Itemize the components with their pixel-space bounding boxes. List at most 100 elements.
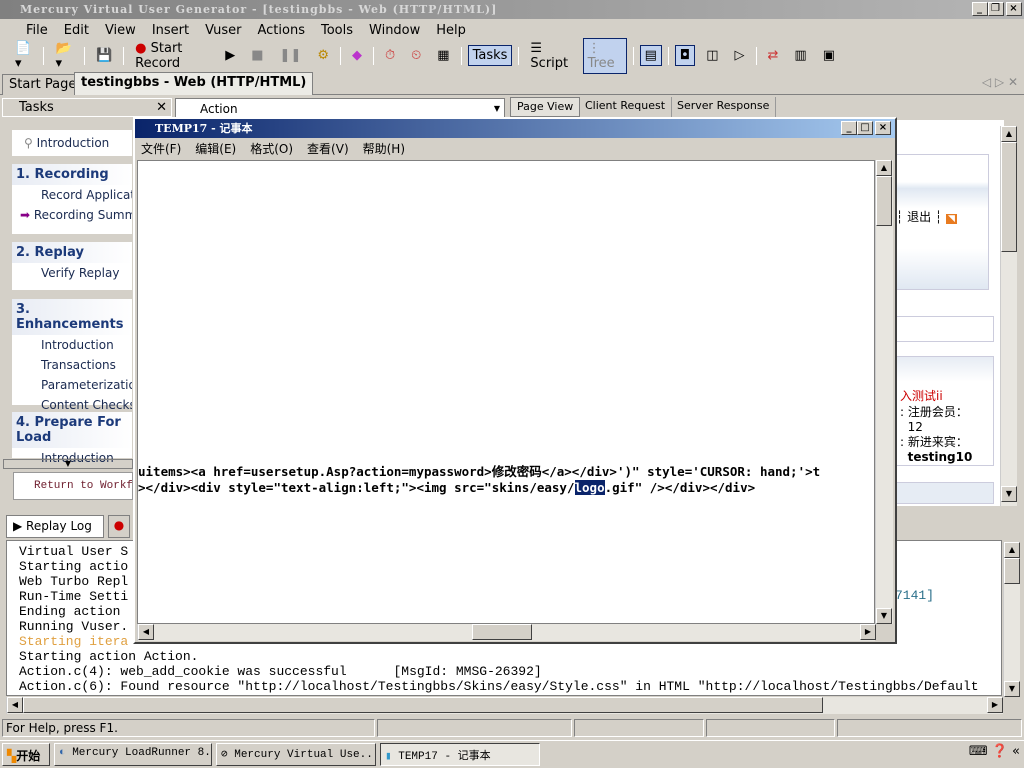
thumbnail-icon[interactable]: ▤ [639, 45, 662, 66]
taskbar-vugen[interactable]: ⊘ Mercury Virtual Use... [216, 743, 376, 766]
script-button[interactable]: ☰ Script [525, 38, 576, 74]
tab-start-page[interactable]: Start Page [2, 74, 84, 95]
menu-help[interactable]: Help [428, 20, 474, 41]
notepad-close[interactable]: × [875, 121, 891, 135]
task-introduction[interactable]: ⚲ Introduction [12, 130, 132, 153]
tab-testingbbs[interactable]: testingbbs - Web (HTTP/HTML) [74, 72, 314, 95]
tab-page-view[interactable]: Page View [510, 97, 581, 117]
task-parameterization[interactable]: Parameterization [12, 375, 132, 395]
taskbar: ▚开始 ◐ Mercury LoadRunner 8.1 ⊘ Mercury V… [0, 740, 1024, 768]
page-view-scrollbar[interactable]: ▲ ▼ [1000, 126, 1017, 506]
transaction-start-icon[interactable]: ⏱ [380, 45, 400, 66]
notepad-maximize[interactable]: □ [857, 121, 873, 135]
list-icon[interactable]: ▥ [789, 45, 811, 66]
taskbar-loadrunner[interactable]: ◐ Mercury LoadRunner 8.1 [54, 743, 212, 766]
np-menu-format[interactable]: 格式(O) [250, 140, 293, 156]
welcome-text: 入测试ii [900, 389, 943, 403]
action-select-value: Action [200, 102, 238, 116]
tab-replay-log[interactable]: ▶ Replay Log [6, 515, 104, 538]
task-recording-summary[interactable]: ➡ Recording Summary [12, 205, 132, 225]
tree-button[interactable]: ⋮ Tree [582, 37, 627, 74]
replay-view-icon[interactable]: ▷ [730, 45, 750, 66]
rss-icon[interactable]: ◥ [945, 214, 957, 224]
arrow-right-icon: ➡ [20, 208, 34, 222]
notepad-title: TEMP17 - 记事本 [155, 122, 253, 135]
np-menu-file[interactable]: 文件(F) [141, 140, 181, 156]
notepad-minimize[interactable]: _ [841, 121, 857, 135]
tasks-button[interactable]: Tasks [467, 45, 513, 66]
record-icon: ● [135, 40, 147, 56]
title-bar: Mercury Virtual User Generator - [testin… [0, 0, 1024, 19]
export-icon[interactable]: ▣ [818, 45, 840, 66]
status-help: For Help, press F1. [2, 719, 376, 737]
scroll-thumb[interactable] [1001, 142, 1017, 252]
compile-icon[interactable]: ◆ [347, 45, 367, 66]
notepad-vscrollbar[interactable]: ▲ ▼ [875, 160, 893, 624]
tab-client-request[interactable]: Client Request [579, 97, 673, 117]
return-to-workflow-button[interactable]: Return to Workflow [13, 472, 133, 500]
open-icon[interactable]: 📂▾ [50, 38, 77, 74]
document-tabs: Start Page testingbbs - Web (HTTP/HTML) … [0, 72, 1024, 95]
task-record-application[interactable]: Record Application [12, 185, 132, 205]
tasks-header: Tasks ✕ [2, 98, 172, 117]
task-group-enhancements: 3. Enhancements [12, 299, 132, 335]
taskbar-notepad[interactable]: ▮ TEMP17 - 记事本 [380, 743, 540, 766]
notepad-menu: 文件(F) 编辑(E) 格式(O) 查看(V) 帮助(H) [135, 138, 895, 158]
np-menu-edit[interactable]: 编辑(E) [195, 140, 236, 156]
tasks-title: Tasks [19, 100, 54, 115]
script-label: Script [530, 55, 569, 71]
scroll-down-icon[interactable]: ▼ [1001, 486, 1017, 502]
tab-nav-icons[interactable]: ◁ ▷ ✕ [982, 75, 1018, 89]
rendezvous-icon[interactable]: ▦ [432, 45, 454, 66]
scroll-up-icon[interactable]: ▲ [1001, 126, 1017, 142]
log-vscrollbar[interactable]: ▲ ▼ [1003, 542, 1020, 697]
restore-button[interactable]: ❐ [988, 2, 1004, 16]
text-line-1: uitems><a href=usersetup.Asp?action=mypa… [138, 464, 821, 479]
regenerate-icon[interactable]: ⇄ [763, 45, 784, 66]
windows-logo-icon: ▚ [7, 749, 17, 763]
menu-actions[interactable]: Actions [249, 20, 313, 41]
np-menu-help[interactable]: 帮助(H) [363, 140, 405, 156]
logout-link[interactable]: ┆ 退出 ┆ ◥ [896, 208, 957, 225]
log-line: Action.c(4): web_add_cookie was successf… [19, 664, 542, 679]
minimize-button[interactable]: _ [972, 2, 988, 16]
chevron-down-icon: ▼ [493, 104, 500, 113]
log-hscrollbar[interactable]: ◀ ▶ [6, 697, 1003, 714]
split-view-icon[interactable]: ◫ [701, 45, 723, 66]
log-icon: ▶ [13, 519, 27, 533]
toolbar: 📄▾ 📂▾ 💾 ● Start Record ▶ ■ ❚❚ ⚙ ◆ ⏱ ⏲ ▦ … [0, 37, 840, 74]
save-icon[interactable]: 💾 [91, 45, 117, 66]
play-icon[interactable]: ▶ [220, 45, 240, 66]
stop-icon[interactable]: ■ [246, 45, 268, 66]
np-menu-view[interactable]: 查看(V) [307, 140, 349, 156]
start-button[interactable]: ▚开始 [2, 743, 50, 766]
menu-window[interactable]: Window [361, 20, 428, 41]
task-transactions[interactable]: Transactions [12, 355, 132, 375]
notepad-text-area[interactable]: uitems><a href=usersetup.Asp?action=mypa… [137, 160, 875, 624]
tree-label: Tree [587, 55, 615, 71]
task-verify-replay[interactable]: Verify Replay [12, 263, 132, 283]
start-record-button[interactable]: ● Start Record [130, 38, 214, 74]
script-icon: ☰ [530, 40, 543, 56]
settings-icon[interactable]: ⚙ [312, 45, 334, 66]
app-icon: ◐ [59, 747, 73, 759]
record-view-icon[interactable]: ◘ [674, 45, 696, 66]
transaction-end-icon[interactable]: ⏲ [406, 45, 426, 66]
scroll-down-button[interactable]: ▼ [3, 459, 133, 469]
task-enh-introduction[interactable]: Introduction [12, 335, 132, 355]
status-bar: For Help, press F1. [0, 718, 1024, 739]
window-title: Mercury Virtual User Generator - [testin… [20, 3, 498, 16]
tab-server-response[interactable]: Server Response [671, 97, 777, 117]
action-select[interactable]: Action ▼ [175, 98, 505, 118]
close-button[interactable]: × [1006, 2, 1022, 16]
notepad-title-bar: TEMP17 - 记事本 _ □ × [135, 119, 895, 138]
text-line-2: ></div><div style="text-align:left;"><im… [138, 480, 756, 495]
tab-recording-log[interactable]: ● [108, 515, 130, 538]
menu-tools[interactable]: Tools [313, 20, 361, 41]
replay-log-label: Replay Log [26, 519, 92, 533]
close-icon[interactable]: ✕ [156, 100, 167, 115]
notepad-hscrollbar[interactable]: ◀ ▶ [137, 624, 876, 641]
tray-icons[interactable]: ⌨ ❓ « [969, 744, 1020, 759]
new-icon[interactable]: 📄▾ [10, 38, 37, 74]
pause-icon[interactable]: ❚❚ [275, 45, 307, 66]
